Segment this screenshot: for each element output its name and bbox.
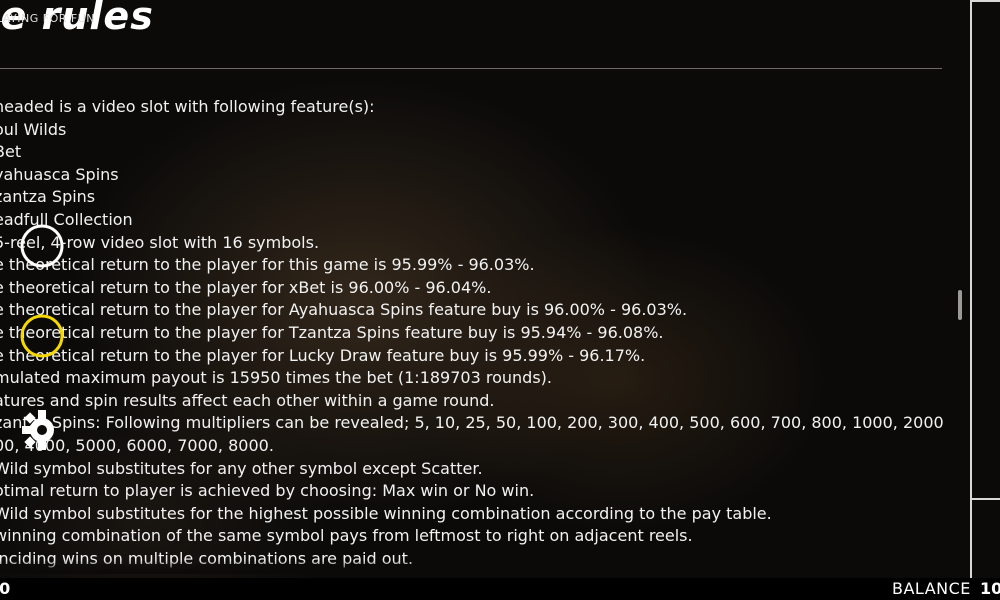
- rules-text-panel[interactable]: headed is a video slot with following fe…: [0, 96, 944, 574]
- balance-label: BALANCE: [892, 579, 971, 598]
- rules-line: mulated maximum payout is 15950 times th…: [0, 368, 552, 388]
- settings-icon[interactable]: [18, 406, 66, 454]
- rules-line: zantza Spins: [0, 187, 96, 207]
- rules-line: e theoretical return to the player for t…: [0, 255, 535, 275]
- rules-line: e theoretical return to the player for L…: [0, 345, 646, 365]
- rules-line: 00, 4000, 5000, 6000, 7000, 8000.: [0, 435, 274, 455]
- bottom-status-bar: 00 BALANCE 10: [0, 578, 1000, 600]
- rules-line: zantza Spins: Following multipliers can …: [0, 413, 944, 433]
- rules-line: 5-reel, 4-row video slot with 16 symbols…: [0, 232, 320, 252]
- info-icon[interactable]: [18, 312, 66, 360]
- rules-line: Wild symbol substitutes for the highest …: [0, 503, 772, 523]
- rules-fade-overlay: [0, 560, 944, 574]
- rules-line: atures and spin results affect each othe…: [0, 390, 495, 410]
- rules-line: eadfull Collection: [0, 209, 133, 229]
- rules-line: yahuasca Spins: [0, 164, 119, 184]
- rules-line: Bet: [0, 142, 22, 162]
- balance-value: 10: [980, 579, 1000, 598]
- side-panel-bottom-border: [972, 498, 1000, 500]
- side-panel: [970, 0, 1000, 578]
- rules-scrollbar-thumb[interactable]: [958, 290, 962, 320]
- rules-line: e theoretical return to the player for A…: [0, 300, 688, 320]
- close-icon[interactable]: [18, 222, 66, 270]
- rules-line: headed is a video slot with following fe…: [0, 97, 375, 116]
- bet-value: 00: [0, 579, 11, 598]
- side-panel-top-border: [972, 0, 1000, 2]
- rules-line: winning combination of the same symbol p…: [0, 526, 693, 546]
- rules-line: e theoretical return to the player for x…: [0, 277, 492, 297]
- playing-for-fun-label: LAYING FOR FUN: [0, 12, 95, 25]
- rules-line: e theoretical return to the player for T…: [0, 322, 664, 342]
- header-divider: [0, 68, 942, 69]
- rules-line: otimal return to player is achieved by c…: [0, 481, 535, 501]
- rules-line: oul Wilds: [0, 119, 67, 139]
- rules-line: Wild symbol substitutes for any other sy…: [0, 458, 483, 478]
